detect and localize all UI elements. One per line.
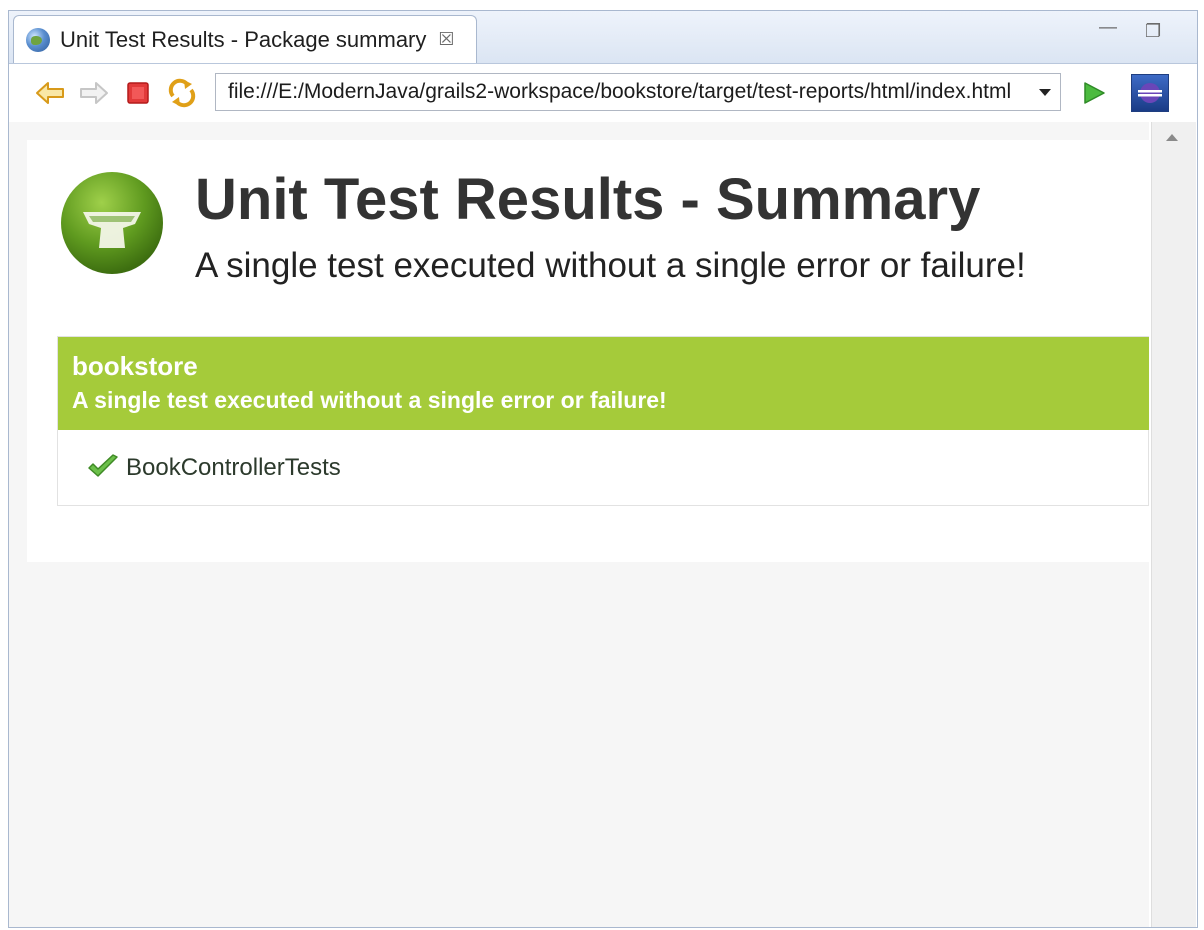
play-icon <box>1084 82 1105 104</box>
forward-arrow-icon <box>80 82 108 104</box>
tab-package-summary[interactable]: Unit Test Results - Package summary ☒ <box>13 15 477 63</box>
page-viewport: Unit Test Results - Summary A single tes… <box>9 122 1149 927</box>
report-page: Unit Test Results - Summary A single tes… <box>27 140 1149 562</box>
globe-icon <box>26 27 50 52</box>
back-button[interactable] <box>35 78 65 108</box>
grails-cup-logo <box>61 172 163 274</box>
browser-toolbar: file:///E:/ModernJava/grails2-workspace/… <box>9 64 1197 122</box>
browser-window: Unit Test Results - Package summary ☒ ― … <box>8 10 1198 928</box>
address-bar[interactable]: file:///E:/ModernJava/grails2-workspace/… <box>215 73 1061 111</box>
package-panel: bookstore A single test executed without… <box>57 336 1149 506</box>
eclipse-button[interactable] <box>1131 74 1169 112</box>
forward-button[interactable] <box>79 78 109 108</box>
eclipse-icon <box>1138 83 1162 103</box>
tab-bar: Unit Test Results - Package summary ☒ ― … <box>9 11 1197 64</box>
close-icon[interactable]: ☒ <box>438 29 454 50</box>
page-title: Unit Test Results - Summary <box>195 167 981 232</box>
stop-button[interactable] <box>123 78 153 108</box>
chevron-down-icon[interactable] <box>1038 87 1052 97</box>
go-button[interactable] <box>1079 78 1109 108</box>
test-class-link[interactable]: BookControllerTests <box>126 454 341 482</box>
tab-title: Unit Test Results - Package summary <box>60 26 427 52</box>
back-arrow-icon <box>36 82 64 104</box>
checkmark-icon <box>88 454 118 477</box>
refresh-icon <box>168 78 196 108</box>
package-header: bookstore A single test executed without… <box>58 337 1149 430</box>
page-subtitle: A single test executed without a single … <box>195 246 1026 285</box>
minimize-button[interactable]: ― <box>1099 17 1117 38</box>
list-item[interactable]: BookControllerTests <box>86 453 341 483</box>
vertical-scrollbar[interactable] <box>1151 122 1196 927</box>
stop-icon <box>127 82 149 104</box>
url-text[interactable]: file:///E:/ModernJava/grails2-workspace/… <box>216 80 1028 104</box>
package-name: bookstore <box>72 351 198 381</box>
scroll-up-icon[interactable] <box>1166 134 1178 141</box>
restore-button[interactable]: ❐ <box>1145 21 1161 42</box>
package-summary: A single test executed without a single … <box>72 387 667 413</box>
refresh-button[interactable] <box>167 78 197 108</box>
